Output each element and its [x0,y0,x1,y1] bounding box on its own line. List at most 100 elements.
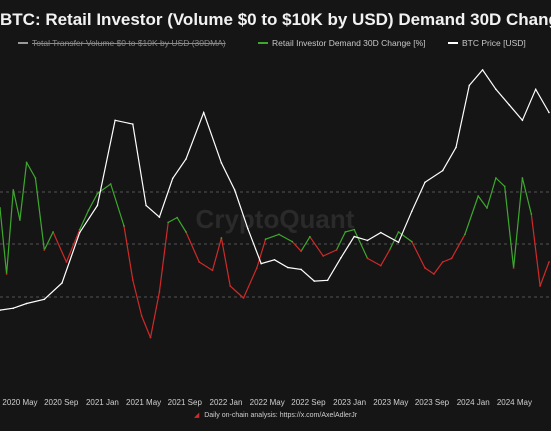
watermark-text: CryptoQuant [196,204,355,234]
demand-change-point [530,213,533,215]
btc-price-point [96,204,99,207]
legend-item-btc-price[interactable]: BTC Price [USD] [448,38,526,48]
demand-change-segment [504,186,515,269]
demand-change-segment [322,249,337,257]
demand-change-point [424,267,426,269]
demand-change-segment [495,177,506,187]
demand-change-segment [380,249,391,266]
btc-price-point [455,146,457,149]
btc-price-point [397,241,400,244]
demand-change-segment [12,189,21,221]
demand-change-segment [433,261,444,275]
chart-title: BTC: Retail Investor (Volume $0 to $10K … [0,10,551,29]
x-tick-label: 2023 Jan [333,398,366,407]
demand-change-segment [309,236,324,257]
btc-price-point [78,231,81,234]
footer-text: Daily on-chain analysis: https://x.com/A… [204,412,358,419]
demand-change-point [0,207,1,209]
btc-price-point [424,181,426,184]
demand-change-point [379,264,382,267]
demand-change-point [264,238,267,241]
btc-price-line [0,68,550,311]
legend-item-transfer-volume[interactable]: Total Transfer Volume $0 to $10K by USD … [18,38,226,48]
demand-change-point [52,231,54,233]
demand-change-point [503,185,506,188]
btc-price-point [12,307,15,309]
demand-change-segment [265,233,280,240]
btc-price-point [534,88,537,91]
demand-change-point [433,273,435,275]
demand-change-segment [442,257,452,263]
demand-change-point [140,315,143,317]
demand-change-point [211,269,214,272]
x-tick-label: 2022 Jan [210,398,243,407]
btc-price-point [287,266,289,269]
demand-change-segment [34,177,45,251]
demand-change-segment [211,237,222,271]
x-tick-label: 2024 May [497,398,532,407]
demand-change-point [441,261,444,263]
demand-change-point [43,249,46,251]
demand-change-segment [278,233,293,243]
demand-change-segment [123,225,134,281]
btc-price-point [481,69,484,71]
demand-change-point [291,240,294,243]
btc-price-point [233,189,236,191]
btc-price-point [340,257,342,259]
x-tick-label: 2024 Jan [457,398,490,407]
demand-change-point [278,233,280,236]
demand-change-segment [52,231,67,263]
btc-price-point [313,280,316,282]
demand-change-segment [229,285,244,299]
demand-change-point [344,231,347,233]
btc-price-point [220,162,223,164]
demand-change-point [539,285,541,287]
btc-price-point [411,210,413,213]
demand-change-point [198,261,201,263]
demand-change-point [322,255,325,257]
demand-change-segment [0,207,8,275]
demand-change-point [34,177,37,179]
demand-change-point [521,177,524,179]
x-tick-label: 2020 May [2,398,37,407]
legend-item-retail-demand[interactable]: Retail Investor Demand 30D Change [%] [258,38,426,48]
btc-price-point [132,123,134,125]
demand-change-point [366,257,369,260]
demand-change-point [229,285,232,287]
demand-change-point [410,240,413,243]
demand-change-point [477,195,480,197]
footer: ◢ Daily on-chain analysis: https://x.com… [0,411,551,419]
btc-price-point [145,204,147,207]
demand-change-point [495,177,497,179]
demand-change-segment [43,231,54,251]
demand-change-segment [141,315,152,338]
demand-change-point [158,291,161,293]
demand-change-segment [167,217,178,223]
btc-price-point [300,268,302,271]
footer-mark-icon: ◢ [193,412,200,419]
x-tick-label: 2023 Sep [415,398,450,407]
x-tick-label: 2022 Sep [291,398,326,407]
demand-change-segment [132,279,143,317]
btc-price-point [247,228,249,230]
btc-price-point [158,216,161,218]
btc-price-point [468,84,471,87]
demand-change-point [149,336,152,339]
x-tick-label: 2021 Sep [168,398,203,407]
demand-change-point [65,261,68,263]
btc-price-point [25,302,28,305]
x-tick-label: 2020 Sep [44,398,79,407]
demand-change-segment [65,229,81,263]
demand-change-segment [185,231,200,263]
legend-swatch-transfer-volume [18,42,28,44]
btc-price-point [521,119,524,122]
btc-price-point [260,262,263,265]
demand-change-point [176,216,179,219]
chart-legend: Total Transfer Volume $0 to $10K by USD … [0,38,551,52]
demand-change-point [464,233,466,236]
demand-change-point [548,261,550,263]
chart-canvas: CryptoQuant 2020 May 2020 Sep 2021 Jan 2021 … [0,68,550,407]
demand-change-point [167,221,170,224]
demand-change-point [335,249,338,251]
legend-label-btc-price: BTC Price [USD] [462,38,526,48]
